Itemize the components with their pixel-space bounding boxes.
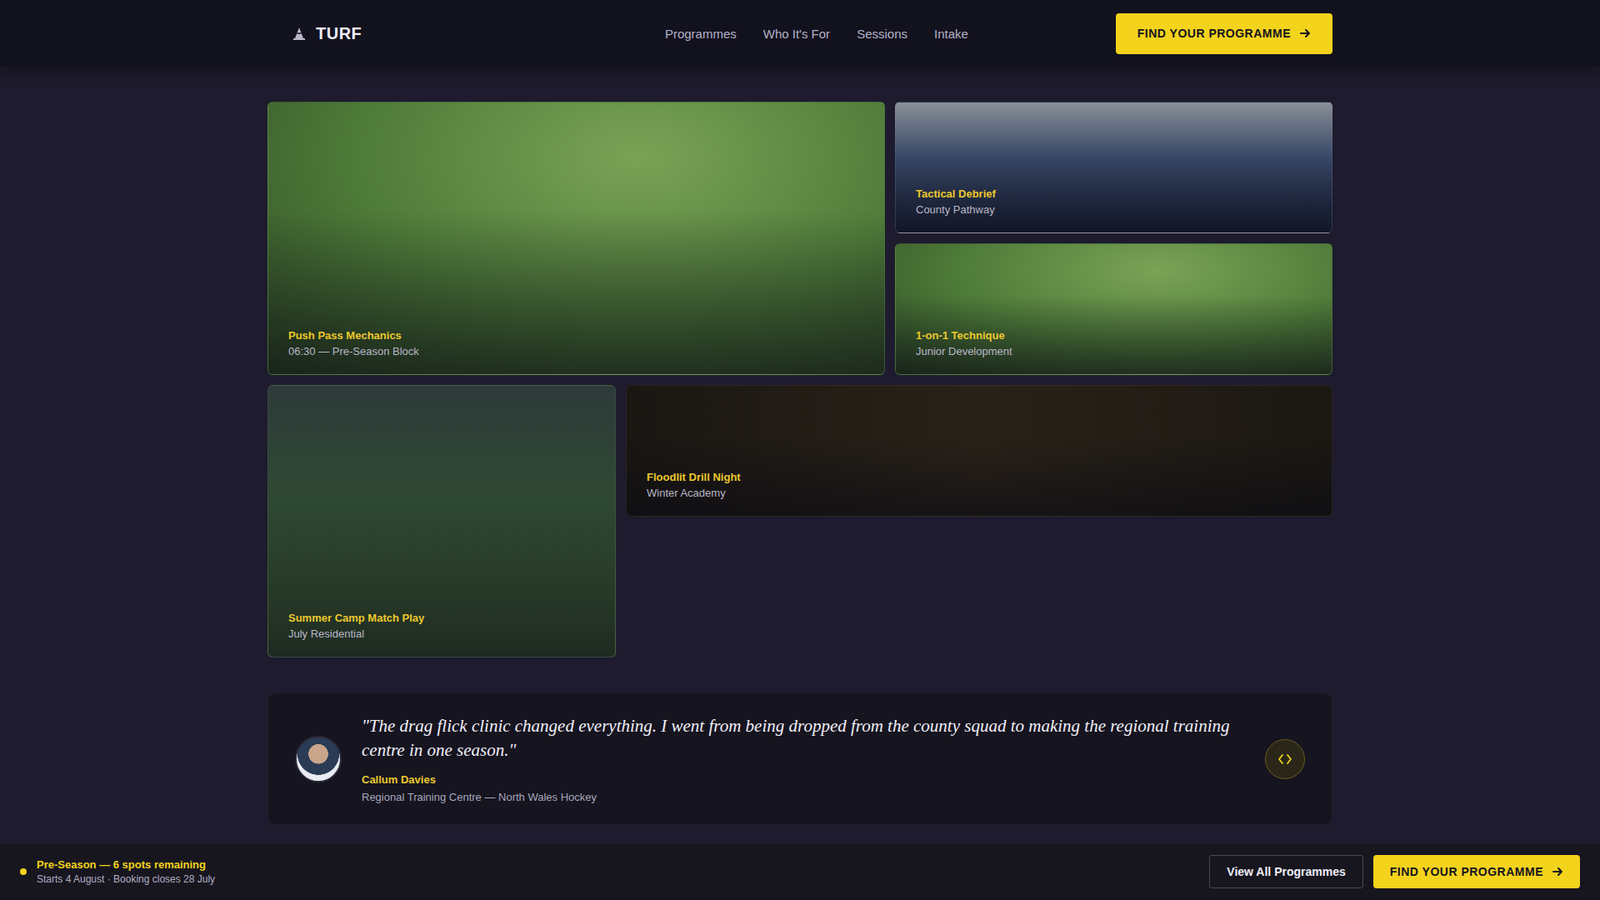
card-subtitle: County Pathway xyxy=(915,203,1312,216)
main-content: Push Pass Mechanics 06:30 — Pre-Season Bl… xyxy=(267,66,1333,843)
booking-bar: Pre-Season — 6 spots remaining Starts 4 A… xyxy=(0,842,1600,900)
cone-icon xyxy=(292,25,306,41)
card-title: Summer Camp Match Play xyxy=(288,611,595,625)
card-label: 1-on-1 Technique Junior Development xyxy=(915,329,1312,358)
arrow-right-icon xyxy=(1551,865,1564,878)
gallery-card[interactable]: Push Pass Mechanics 06:30 — Pre-Season Bl… xyxy=(267,101,885,375)
testimonial-quote: "The drag flick clinic changed everythin… xyxy=(361,714,1245,762)
brand-logo[interactable]: TURF xyxy=(267,24,518,44)
gallery-card[interactable]: 1-on-1 Technique Junior Development xyxy=(895,243,1333,375)
gallery-card[interactable]: Summer Camp Match Play July Residential xyxy=(267,385,616,658)
button-label: FIND YOUR PROGRAMME xyxy=(1137,26,1291,40)
nav-link[interactable]: Programmes xyxy=(665,26,737,41)
testimonial-name: Callum Davies xyxy=(361,773,1245,786)
gallery-card[interactable]: Tactical Debrief County Pathway xyxy=(895,101,1333,234)
card-subtitle: Junior Development xyxy=(915,345,1312,358)
header-inner: TURF Programmes Who It's For Sessions Intake… xyxy=(267,13,1333,55)
chevrons-icon xyxy=(1276,752,1294,766)
card-title: Floodlit Drill Night xyxy=(646,470,1312,484)
card-title: Push Pass Mechanics xyxy=(288,329,865,342)
gallery-row: Push Pass Mechanics 06:30 — Pre-Season Bl… xyxy=(267,101,1333,375)
nav-link[interactable]: Who It's For xyxy=(763,26,830,41)
view-all-button[interactable]: View All Programmes xyxy=(1209,855,1363,889)
brand-name: TURF xyxy=(315,24,362,44)
arrow-right-icon xyxy=(1299,27,1311,40)
testimonial-nav-button[interactable] xyxy=(1265,739,1305,780)
card-title: 1-on-1 Technique xyxy=(915,329,1312,342)
testimonial-body: "The drag flick clinic changed everythin… xyxy=(361,714,1245,804)
testimonial-card: "The drag flick clinic changed everythin… xyxy=(267,692,1333,825)
avatar xyxy=(295,735,342,783)
booking-detail: Starts 4 August · Booking closes 28 July xyxy=(36,873,215,885)
main-nav: Programmes Who It's For Sessions Intake xyxy=(665,26,969,41)
booking-title: Pre-Season — 6 spots remaining xyxy=(36,858,215,871)
card-subtitle: Winter Academy xyxy=(646,486,1312,500)
nav-link[interactable]: Sessions xyxy=(856,26,908,41)
card-label: Tactical Debrief County Pathway xyxy=(915,187,1312,216)
nav-link[interactable]: Intake xyxy=(934,26,969,41)
booking-info: Pre-Season — 6 spots remaining Starts 4 A… xyxy=(20,858,215,885)
status-dot xyxy=(20,868,27,875)
card-title: Tactical Debrief xyxy=(915,187,1312,200)
find-programme-button[interactable]: FIND YOUR PROGRAMME xyxy=(1115,13,1333,55)
card-label: Summer Camp Match Play July Residential xyxy=(288,611,595,640)
button-label: FIND YOUR PROGRAMME xyxy=(1390,865,1544,879)
site-header: TURF Programmes Who It's For Sessions Intake… xyxy=(0,0,1600,67)
booking-text: Pre-Season — 6 spots remaining Starts 4 A… xyxy=(36,858,215,885)
card-label: Push Pass Mechanics 06:30 — Pre-Season Bl… xyxy=(288,329,865,358)
card-label: Floodlit Drill Night Winter Academy xyxy=(646,470,1312,500)
card-subtitle: 06:30 — Pre-Season Block xyxy=(288,345,865,358)
testimonial-role: Regional Training Centre — North Wales H… xyxy=(361,790,1245,804)
card-subtitle: July Residential xyxy=(288,627,595,640)
gallery-row: Summer Camp Match Play July Residential Fl… xyxy=(267,385,1333,658)
booking-actions: View All Programmes FIND YOUR PROGRAMME xyxy=(1209,855,1580,889)
gallery-card[interactable]: Floodlit Drill Night Winter Academy xyxy=(625,385,1333,517)
find-programme-button[interactable]: FIND YOUR PROGRAMME xyxy=(1373,855,1580,889)
